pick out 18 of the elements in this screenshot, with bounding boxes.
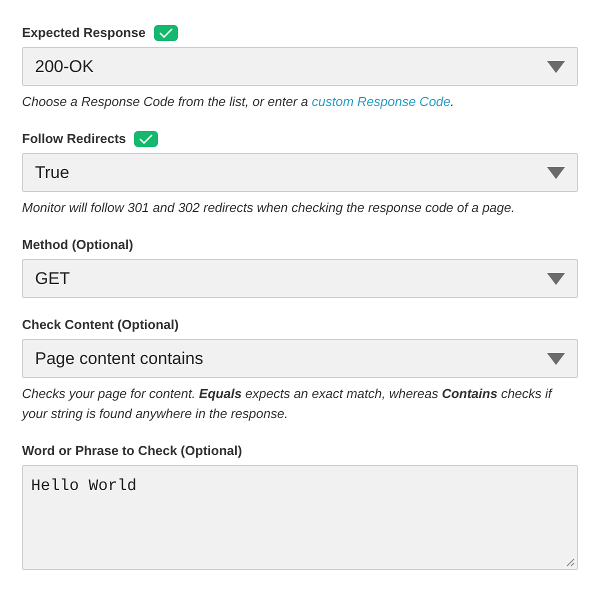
help-text: Choose a Response Code from the list, or enter a custom Response Code. xyxy=(22,93,456,111)
dropdown-select[interactable]: GET xyxy=(22,259,578,298)
dropdown-arrow-icon xyxy=(547,60,565,72)
dropdown-select[interactable]: True xyxy=(22,153,578,192)
field-label: Expected Response xyxy=(22,24,146,42)
resize-handle-icon[interactable] xyxy=(566,558,575,567)
text-area[interactable]: Hello World xyxy=(22,465,578,570)
dropdown-select[interactable]: Page content contains xyxy=(22,339,578,378)
dropdown-arrow-icon xyxy=(547,352,565,364)
dropdown-select[interactable]: 200-OK xyxy=(22,47,578,86)
field-label: Word or Phrase to Check (Optional) xyxy=(22,442,242,460)
dropdown-arrow-icon xyxy=(547,272,565,284)
dropdown-arrow-icon xyxy=(547,166,565,178)
help-text: Monitor will follow 301 and 302 redirects when checking the response code of a page. xyxy=(22,199,516,217)
help-text: Checks your page for content. Equals expects an exact match, whereas Contains checks if your string is found anywhere in the response. xyxy=(22,385,554,423)
field-label: Method (Optional) xyxy=(22,236,134,254)
field-label: Follow Redirects xyxy=(22,130,126,148)
field-label: Check Content (Optional) xyxy=(22,316,179,334)
